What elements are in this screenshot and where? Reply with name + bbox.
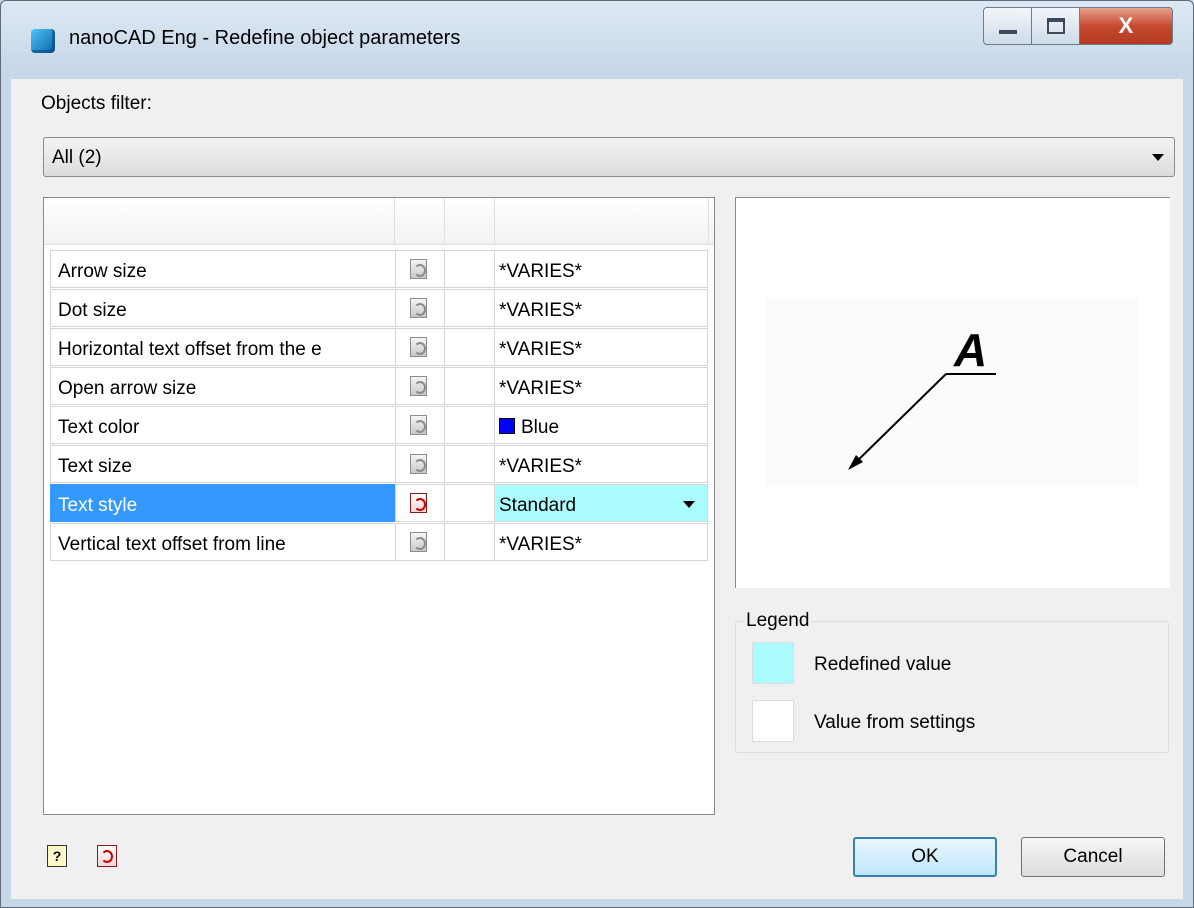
grid-rows: Arrow size *VARIES* Dot size *VARIES* Ho… xyxy=(50,250,708,562)
dialog-body: Objects filter: All (2) Arrow size *VARI… xyxy=(11,79,1183,899)
objects-filter-label: Objects filter: xyxy=(41,93,152,114)
color-swatch xyxy=(499,418,515,434)
settings-label: Value from settings xyxy=(814,712,976,733)
reset-value-button[interactable] xyxy=(395,523,445,561)
window-title: nanoCAD Eng - Redefine object parameters xyxy=(69,27,461,49)
header-empty-column[interactable] xyxy=(444,198,495,244)
reset-icon xyxy=(410,298,427,318)
reset-value-button[interactable] xyxy=(395,445,445,483)
param-name: Vertical text offset from line xyxy=(50,523,396,561)
reset-value-button[interactable] xyxy=(395,367,445,405)
table-row[interactable]: Text size *VARIES* xyxy=(50,445,708,484)
empty-cell xyxy=(444,445,495,483)
chevron-down-icon[interactable] xyxy=(683,501,695,508)
table-row[interactable]: Dot size *VARIES* xyxy=(50,289,708,328)
header-name-column[interactable] xyxy=(44,198,395,244)
header-icon-column[interactable] xyxy=(394,198,445,244)
preview-panel: A xyxy=(735,197,1170,588)
empty-cell xyxy=(444,328,495,366)
leader-preview-drawing: A xyxy=(766,298,1138,486)
chevron-down-icon xyxy=(1152,154,1164,161)
param-name: Text style xyxy=(50,484,396,522)
table-row[interactable]: Vertical text offset from line *VARIES* xyxy=(50,523,708,562)
settings-swatch xyxy=(752,700,794,742)
reset-icon xyxy=(410,259,427,279)
table-row-selected[interactable]: Text style Standard xyxy=(50,484,708,523)
table-row[interactable]: Open arrow size *VARIES* xyxy=(50,367,708,406)
param-value: Blue xyxy=(521,417,560,438)
param-name: Arrow size xyxy=(50,250,396,288)
grid-header xyxy=(44,198,714,245)
close-icon: X xyxy=(1118,13,1134,38)
param-value[interactable]: *VARIES* xyxy=(494,289,708,327)
param-value[interactable]: *VARIES* xyxy=(494,250,708,288)
title-bar[interactable]: nanoCAD Eng - Redefine object parameters… xyxy=(1,1,1193,79)
reset-icon xyxy=(410,376,427,396)
reset-value-button[interactable] xyxy=(395,406,445,444)
reset-value-button[interactable] xyxy=(395,289,445,327)
param-name: Dot size xyxy=(50,289,396,327)
header-value-column[interactable] xyxy=(494,198,709,244)
legend-title: Legend xyxy=(744,610,812,632)
empty-cell xyxy=(444,250,495,288)
objects-filter-value: All (2) xyxy=(52,147,102,168)
reset-icon xyxy=(410,454,427,474)
param-name: Horizontal text offset from the e xyxy=(50,328,396,366)
redefined-swatch xyxy=(752,642,794,684)
empty-cell xyxy=(444,484,495,522)
param-name: Open arrow size xyxy=(50,367,396,405)
param-value-cell[interactable]: Blue xyxy=(494,406,708,444)
preview-canvas xyxy=(766,298,1138,486)
table-row[interactable]: Horizontal text offset from the e *VARIE… xyxy=(50,328,708,367)
reset-icon xyxy=(410,493,427,513)
minimize-button[interactable] xyxy=(983,7,1033,45)
maximize-icon xyxy=(1047,18,1065,34)
close-button[interactable]: X xyxy=(1079,7,1173,45)
param-value[interactable]: *VARIES* xyxy=(494,523,708,561)
reset-icon xyxy=(410,415,427,435)
reset-value-button[interactable] xyxy=(395,328,445,366)
leader-text: A xyxy=(953,324,987,376)
nanocad-app-icon xyxy=(31,29,55,53)
empty-cell xyxy=(444,406,495,444)
dialog-window: nanoCAD Eng - Redefine object parameters… xyxy=(0,0,1194,908)
cancel-button[interactable]: Cancel xyxy=(1021,837,1165,877)
help-icon[interactable]: ? xyxy=(47,845,67,867)
param-value[interactable]: *VARIES* xyxy=(494,328,708,366)
reset-icon xyxy=(410,532,427,552)
param-value: Standard xyxy=(499,495,577,516)
ok-button[interactable]: OK xyxy=(853,837,997,877)
empty-cell xyxy=(444,367,495,405)
minimize-icon xyxy=(999,30,1017,34)
reset-all-icon[interactable] xyxy=(97,845,117,867)
param-value[interactable]: *VARIES* xyxy=(494,367,708,405)
reset-value-button[interactable] xyxy=(395,484,445,522)
table-row[interactable]: Arrow size *VARIES* xyxy=(50,250,708,289)
param-name: Text size xyxy=(50,445,396,483)
parameters-grid: Arrow size *VARIES* Dot size *VARIES* Ho… xyxy=(43,197,715,815)
reset-icon xyxy=(410,337,427,357)
empty-cell xyxy=(444,523,495,561)
param-value-dropdown[interactable]: Standard xyxy=(494,484,708,522)
maximize-button[interactable] xyxy=(1031,7,1081,45)
objects-filter-dropdown[interactable]: All (2) xyxy=(43,137,1175,177)
legend-group: Legend Redefined value Value from settin… xyxy=(735,610,1169,753)
reset-value-button[interactable] xyxy=(395,250,445,288)
empty-cell xyxy=(444,289,495,327)
param-name: Text color xyxy=(50,406,396,444)
redefined-label: Redefined value xyxy=(814,654,952,675)
param-value[interactable]: *VARIES* xyxy=(494,445,708,483)
table-row[interactable]: Text color Blue xyxy=(50,406,708,445)
